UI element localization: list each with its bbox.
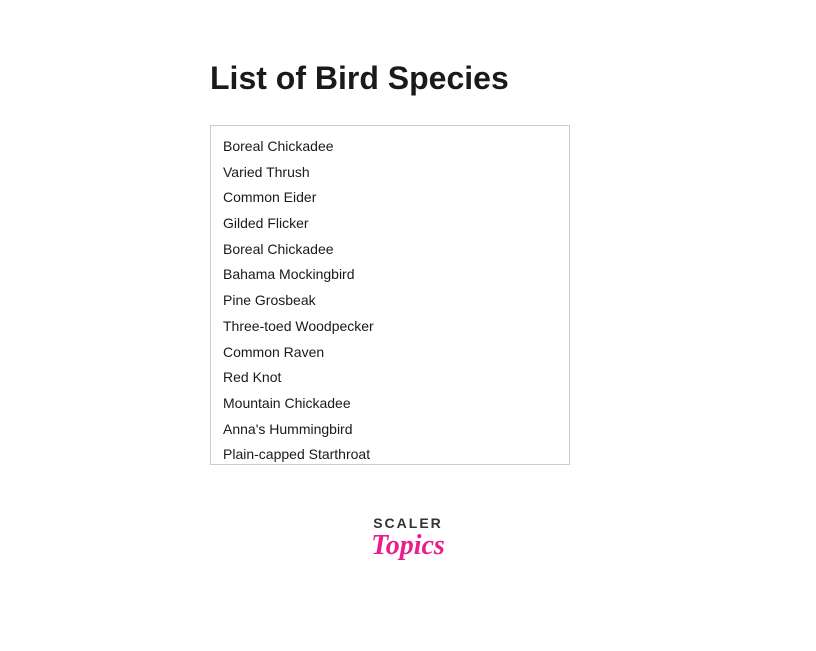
branding-area: SCALER Topics xyxy=(371,515,445,562)
list-item: Bahama Mockingbird xyxy=(211,262,569,288)
list-item: Red Knot xyxy=(211,365,569,391)
list-item: Gilded Flicker xyxy=(211,211,569,237)
list-item: Pine Grosbeak xyxy=(211,288,569,314)
list-item: Common Eider xyxy=(211,185,569,211)
list-item: Common Raven xyxy=(211,340,569,366)
scaler-label: SCALER xyxy=(373,515,443,531)
list-item: Varied Thrush xyxy=(211,160,569,186)
page-title: List of Bird Species xyxy=(210,60,509,97)
bird-list-scroll[interactable]: Boreal ChickadeeVaried ThrushCommon Eide… xyxy=(211,126,569,464)
bird-list-container: Boreal ChickadeeVaried ThrushCommon Eide… xyxy=(210,125,570,465)
list-item: Boreal Chickadee xyxy=(211,134,569,160)
topics-label: Topics xyxy=(371,531,445,562)
list-item: Boreal Chickadee xyxy=(211,237,569,263)
list-item: Anna's Hummingbird xyxy=(211,417,569,443)
list-item: Three-toed Woodpecker xyxy=(211,314,569,340)
page-container: List of Bird Species Boreal ChickadeeVar… xyxy=(0,0,816,651)
list-item: Mountain Chickadee xyxy=(211,391,569,417)
list-item: Plain-capped Starthroat xyxy=(211,442,569,464)
